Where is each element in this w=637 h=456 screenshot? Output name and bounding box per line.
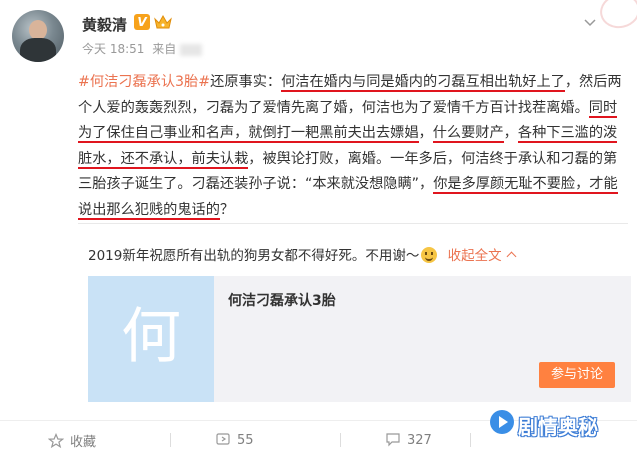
post-source-label: 来自 bbox=[152, 42, 177, 56]
content-text-segment: ， bbox=[503, 125, 518, 141]
post-header: 黄毅清 V 今天 18:51 来自 bbox=[0, 0, 637, 62]
topic-card[interactable]: 何 何洁刁磊承认3胎 参与讨论 bbox=[88, 276, 631, 402]
content-text-segment: 还原事实： bbox=[210, 74, 282, 90]
avatar[interactable] bbox=[12, 10, 64, 62]
underlined-text-segment: 什么要财产 bbox=[432, 125, 504, 143]
footer-separator bbox=[340, 433, 341, 447]
repost-icon bbox=[216, 433, 230, 445]
second-line-text: 2019新年祝愿所有出轨的狗男女都不得好死。不用谢～ bbox=[88, 248, 420, 264]
divider bbox=[78, 223, 628, 224]
play-logo-icon bbox=[490, 410, 514, 434]
content-text-segment: ？ bbox=[219, 201, 235, 218]
crown-icon bbox=[154, 14, 172, 29]
comment-icon bbox=[386, 433, 400, 447]
topic-hashtag-link[interactable]: #何洁刁磊承认3胎# bbox=[78, 74, 210, 90]
collect-action[interactable]: 收藏 bbox=[47, 431, 97, 450]
underlined-text-segment: 何洁在婚内与同是婚内的刁磊互相出轨好上了 bbox=[281, 74, 565, 92]
collapse-link[interactable]: 收起全文 bbox=[447, 248, 517, 264]
post-second-line: 2019新年祝愿所有出轨的狗男女都不得好死。不用谢～ 收起全文 bbox=[88, 244, 517, 264]
collapse-label: 收起全文 bbox=[447, 248, 502, 264]
collect-label: 收藏 bbox=[70, 435, 97, 450]
avatar-face bbox=[29, 20, 47, 40]
watermark-text: 剧情奥秘 bbox=[518, 415, 598, 439]
smile-emoji-icon bbox=[421, 247, 438, 263]
repost-count: 55 bbox=[237, 433, 254, 448]
post-content: #何洁刁磊承认3胎#还原事实：何洁在婚内与同是婚内的刁磊互相出轨好上了，然后两个… bbox=[78, 70, 630, 223]
card-title[interactable]: 何洁刁磊承认3胎 bbox=[228, 290, 336, 310]
card-thumbnail-char: 何 bbox=[121, 302, 181, 372]
join-discussion-button[interactable]: 参与讨论 bbox=[539, 362, 615, 388]
avatar-body bbox=[20, 38, 56, 62]
post-meta: 今天 18:51 来自 bbox=[82, 40, 203, 57]
chevron-up-icon bbox=[506, 251, 517, 262]
footer-separator bbox=[170, 433, 171, 447]
chevron-down-icon[interactable] bbox=[583, 18, 597, 28]
verified-badge-icon: V bbox=[134, 14, 150, 30]
username[interactable]: 黄毅清 bbox=[82, 14, 127, 35]
star-icon bbox=[47, 432, 65, 449]
footer-separator bbox=[470, 433, 471, 447]
stamp-watermark bbox=[596, 0, 637, 32]
comment-count: 327 bbox=[407, 433, 432, 448]
card-thumbnail: 何 bbox=[88, 276, 214, 402]
comment-action[interactable]: 327 bbox=[385, 431, 432, 448]
blurred-source bbox=[180, 43, 203, 56]
repost-action[interactable]: 55 bbox=[215, 431, 254, 448]
content-text-segment: ， bbox=[418, 125, 433, 141]
post-time[interactable]: 今天 18:51 bbox=[82, 42, 144, 56]
